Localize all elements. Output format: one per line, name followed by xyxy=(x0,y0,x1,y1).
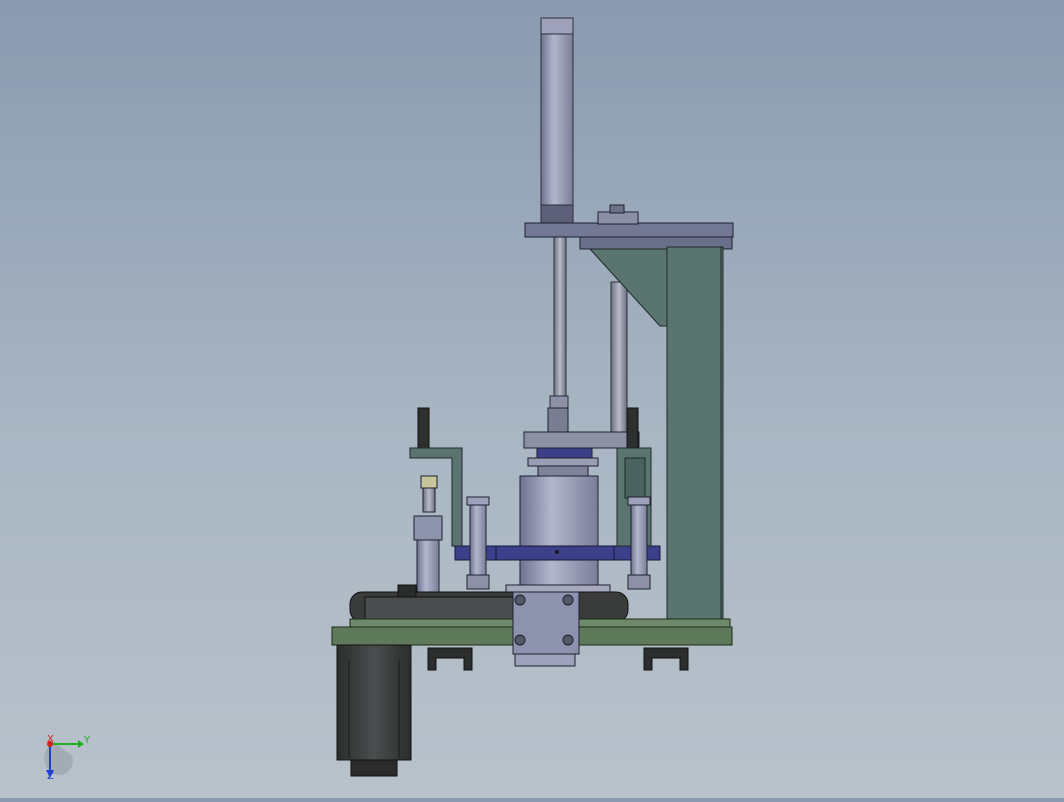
mount-foot-left[interactable] xyxy=(427,647,473,671)
bearing-block[interactable] xyxy=(512,591,580,667)
guide-rod[interactable] xyxy=(610,281,628,435)
assembly-drawing[interactable] xyxy=(0,0,1064,798)
triad-y-label: Y xyxy=(84,735,91,746)
main-air-cylinder[interactable] xyxy=(540,17,574,411)
stepper-motor[interactable] xyxy=(336,644,412,777)
cad-viewport[interactable]: X Y Z xyxy=(0,0,1064,798)
guide-post-left[interactable] xyxy=(466,496,490,590)
spindle-body[interactable] xyxy=(505,457,611,598)
guide-post-right[interactable] xyxy=(627,496,651,590)
triad-z-label: Z xyxy=(47,771,54,782)
mount-foot-right[interactable] xyxy=(643,647,689,671)
triad-x-label: X xyxy=(47,734,54,745)
